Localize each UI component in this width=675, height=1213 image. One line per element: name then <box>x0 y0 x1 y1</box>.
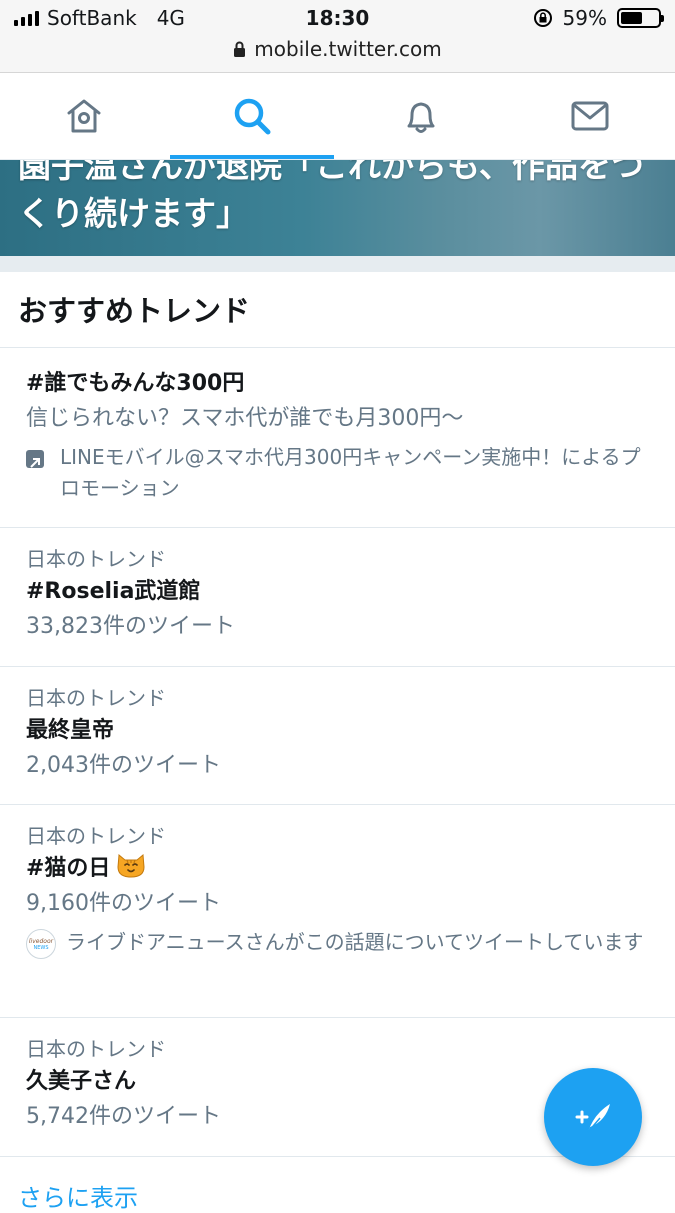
trend-name: #誰でもみんな300円 <box>26 371 245 396</box>
battery-level-fill <box>621 12 643 24</box>
search-icon <box>234 98 271 135</box>
divider <box>0 527 675 528</box>
trend-context: 日本のトレンド <box>26 686 166 710</box>
url-text: mobile.twitter.com <box>254 37 442 61</box>
orientation-lock-icon <box>533 9 552 27</box>
social-context: livedoor NEWS ライブドアニュースさんがこの話題についてツイートして… <box>26 927 656 959</box>
compose-feather-icon <box>575 1104 610 1133</box>
social-context-text: ライブドアニュースさんがこの話題についてツイートしています <box>66 930 644 954</box>
tweet-count: 33,823件のツイート <box>26 614 235 639</box>
trend-name-row: #猫の日 <box>26 851 656 887</box>
tweet-count: 2,043件のツイート <box>26 753 221 778</box>
divider <box>0 666 675 667</box>
status-bar: SoftBank 4G 18:30 59% mobile.twitter.com <box>0 0 675 73</box>
tab-search[interactable] <box>168 73 336 159</box>
tab-messages[interactable] <box>506 73 674 159</box>
cat-face-emoji <box>117 854 145 878</box>
trend-item[interactable]: 日本のトレンド 最終皇帝 2,043件のツイート <box>26 683 656 783</box>
trend-description: 信じられない？スマホ代が誰でも月300円〜 <box>26 406 464 431</box>
trend-name: #猫の日 <box>26 856 111 881</box>
trends-title: おすすめトレンド <box>18 294 251 328</box>
divider <box>0 347 675 348</box>
promoted-icon <box>26 450 44 468</box>
hero-banner[interactable]: 園子温さんが退院「これからも、作品をつくり続けます」 <box>0 160 675 256</box>
promoted-text: LINEモバイル@スマホ代月300円キャンペーン実施中！によるプロモーション <box>60 445 641 500</box>
tab-navigation <box>0 73 675 160</box>
avatar-brand: livedoor <box>28 938 54 945</box>
trend-context: 日本のトレンド <box>26 1037 166 1061</box>
hero-headline: 園子温さんが退院「これからも、作品をつくり続けます」 <box>18 160 645 233</box>
avatar-brand-sub: NEWS <box>33 945 49 951</box>
trend-name: #Roselia武道館 <box>26 579 201 604</box>
compose-tweet-button[interactable] <box>544 1068 642 1166</box>
trend-context: 日本のトレンド <box>26 824 166 848</box>
battery-percent: 59% <box>562 6 607 30</box>
tab-notifications[interactable] <box>337 73 505 159</box>
divider <box>0 1017 675 1018</box>
trend-item-promoted[interactable]: #誰でもみんな300円 信じられない？スマホ代が誰でも月300円〜 LINEモバ… <box>26 366 656 504</box>
trend-context: 日本のトレンド <box>26 547 166 571</box>
tweet-count: 9,160件のツイート <box>26 891 221 916</box>
battery-icon <box>617 8 664 28</box>
trend-name: 最終皇帝 <box>26 718 115 743</box>
home-icon <box>67 99 101 133</box>
bell-icon <box>407 102 435 133</box>
url-bar[interactable]: mobile.twitter.com <box>0 37 675 61</box>
divider <box>0 804 675 805</box>
lock-icon <box>234 41 246 57</box>
status-right: 59% <box>533 6 664 30</box>
section-gap <box>0 256 675 272</box>
trend-item[interactable]: 日本のトレンド #猫の日 9,160件のツイート livedoor NEWS ラ… <box>26 821 656 959</box>
show-more-link[interactable]: さらに表示 <box>18 1178 138 1213</box>
tab-home[interactable] <box>0 73 168 159</box>
envelope-icon <box>571 101 609 131</box>
livedoor-news-avatar: livedoor NEWS <box>26 929 56 959</box>
promoted-by: LINEモバイル@スマホ代月300円キャンペーン実施中！によるプロモーション <box>26 442 656 504</box>
trend-item[interactable]: 日本のトレンド #Roselia武道館 33,823件のツイート <box>26 544 656 644</box>
